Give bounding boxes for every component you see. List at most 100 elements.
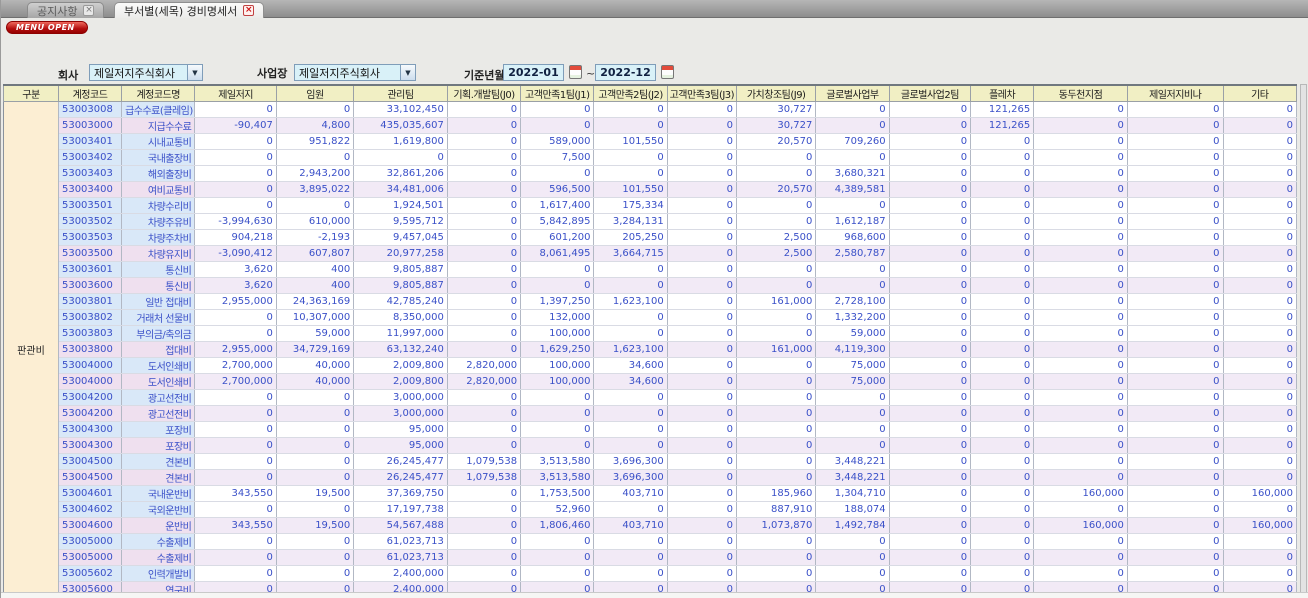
value-cell-9: 0 [889, 133, 972, 150]
value-cell-6: 0 [667, 117, 737, 134]
value-cell-10: 0 [970, 373, 1035, 390]
value-cell-13: 0 [1223, 453, 1298, 470]
value-cell-2: 11,997,000 [353, 325, 448, 342]
value-cell-1: 0 [276, 197, 355, 214]
value-cell-7: 0 [736, 309, 817, 326]
value-cell-4: 589,000 [520, 133, 595, 150]
value-cell-0: 0 [194, 469, 277, 486]
tab-close-icon[interactable]: × [243, 5, 255, 16]
value-cell-11: 0 [1033, 229, 1128, 246]
value-cell-1: 40,000 [276, 357, 355, 374]
value-cell-11: 0 [1033, 549, 1128, 566]
value-cell-9: 0 [889, 277, 972, 294]
tab-notice[interactable]: 공지사항 × [27, 2, 105, 18]
value-cell-4: 1,397,250 [520, 293, 595, 310]
value-cell-9: 0 [889, 117, 972, 134]
value-cell-0: 343,550 [194, 485, 277, 502]
value-cell-0: 0 [194, 325, 277, 342]
value-cell-5: 3,696,300 [593, 453, 668, 470]
table-row: 53003802 거래처 선물비 0 10,307,000 8,350,000 0 132,… [4, 309, 1298, 326]
value-cell-4: 1,629,250 [520, 341, 595, 358]
value-cell-0: 0 [194, 181, 277, 198]
value-cell-7: 0 [736, 437, 817, 454]
base-month-to-input[interactable] [595, 64, 656, 81]
value-cell-12: 0 [1127, 437, 1224, 454]
value-cell-11: 0 [1033, 437, 1128, 454]
value-cell-12: 0 [1127, 213, 1224, 230]
value-cell-2: 61,023,713 [353, 549, 448, 566]
account-code-cell: 53005000 [58, 549, 123, 566]
value-cell-13: 0 [1223, 421, 1298, 438]
value-cell-8: 0 [815, 277, 890, 294]
value-cell-3: 0 [447, 229, 522, 246]
value-cell-0: 0 [194, 165, 277, 182]
account-code-cell: 53003401 [58, 133, 123, 150]
calendar-icon[interactable] [661, 65, 674, 79]
value-cell-11: 160,000 [1033, 517, 1128, 534]
value-cell-4: 1,753,500 [520, 485, 595, 502]
value-cell-2: 3,000,000 [353, 405, 448, 422]
table-row: 53003500 차량유지비 -3,090,412 607,807 20,977,258… [4, 245, 1298, 262]
account-code-cell: 53003800 [58, 341, 123, 358]
value-cell-13: 0 [1223, 389, 1298, 406]
workplace-select[interactable]: 제일저지주식회사 ▼ [294, 64, 416, 81]
value-cell-8: 0 [815, 389, 890, 406]
value-cell-13: 0 [1223, 533, 1298, 550]
value-cell-7: 0 [736, 549, 817, 566]
value-cell-6: 0 [667, 293, 737, 310]
account-name-cell: 도서인쇄비 [121, 373, 196, 390]
value-cell-3: 0 [447, 309, 522, 326]
tab-close-icon[interactable]: × [83, 5, 95, 16]
value-cell-3: 0 [447, 293, 522, 310]
value-cell-1: 0 [276, 469, 355, 486]
value-cell-10: 0 [970, 277, 1035, 294]
value-cell-2: 3,000,000 [353, 389, 448, 406]
value-cell-2: 435,035,607 [353, 117, 448, 134]
value-cell-6: 0 [667, 261, 737, 278]
value-cell-6: 0 [667, 165, 737, 182]
value-cell-10: 0 [970, 533, 1035, 550]
value-cell-8: 0 [815, 533, 890, 550]
account-name-cell: 거래처 선물비 [121, 309, 196, 326]
calendar-icon[interactable] [569, 65, 582, 79]
value-cell-13: 0 [1223, 341, 1298, 358]
value-cell-5: 0 [593, 405, 668, 422]
tab-expense-report[interactable]: 부서별(세목) 경비명세서 × [114, 2, 265, 18]
value-cell-8: 75,000 [815, 373, 890, 390]
value-cell-13: 0 [1223, 149, 1298, 166]
horizontal-scroll-area[interactable] [1, 592, 1308, 598]
value-cell-12: 0 [1127, 245, 1224, 262]
account-name-cell: 해외출장비 [121, 165, 196, 182]
value-cell-3: 0 [447, 213, 522, 230]
value-cell-4: 0 [520, 389, 595, 406]
value-cell-9: 0 [889, 165, 972, 182]
value-cell-6: 0 [667, 197, 737, 214]
value-cell-9: 0 [889, 293, 972, 310]
value-cell-11: 0 [1033, 261, 1128, 278]
value-cell-6: 0 [667, 181, 737, 198]
value-cell-6: 0 [667, 437, 737, 454]
column-header-14: 동두천지점 [1033, 84, 1128, 102]
value-cell-11: 0 [1033, 565, 1128, 582]
company-select[interactable]: 제일저지주식회사 ▼ [89, 64, 203, 81]
vertical-scrollbar[interactable] [1300, 84, 1307, 593]
value-cell-6: 0 [667, 469, 737, 486]
chevron-down-icon[interactable]: ▼ [400, 65, 415, 80]
value-cell-0: 3,620 [194, 277, 277, 294]
value-cell-11: 0 [1033, 533, 1128, 550]
base-month-from-input[interactable] [503, 64, 564, 81]
account-name-cell: 통신비 [121, 261, 196, 278]
value-cell-7: 161,000 [736, 341, 817, 358]
value-cell-5: 1,623,100 [593, 341, 668, 358]
value-cell-12: 0 [1127, 229, 1224, 246]
value-cell-4: 596,500 [520, 181, 595, 198]
value-cell-5: 0 [593, 261, 668, 278]
value-cell-3: 0 [447, 325, 522, 342]
value-cell-3: 0 [447, 485, 522, 502]
value-cell-12: 0 [1127, 165, 1224, 182]
chevron-down-icon[interactable]: ▼ [187, 65, 202, 80]
value-cell-5: 0 [593, 565, 668, 582]
value-cell-1: 3,895,022 [276, 181, 355, 198]
date-range-tilde: ~ [586, 67, 596, 80]
value-cell-13: 0 [1223, 261, 1298, 278]
